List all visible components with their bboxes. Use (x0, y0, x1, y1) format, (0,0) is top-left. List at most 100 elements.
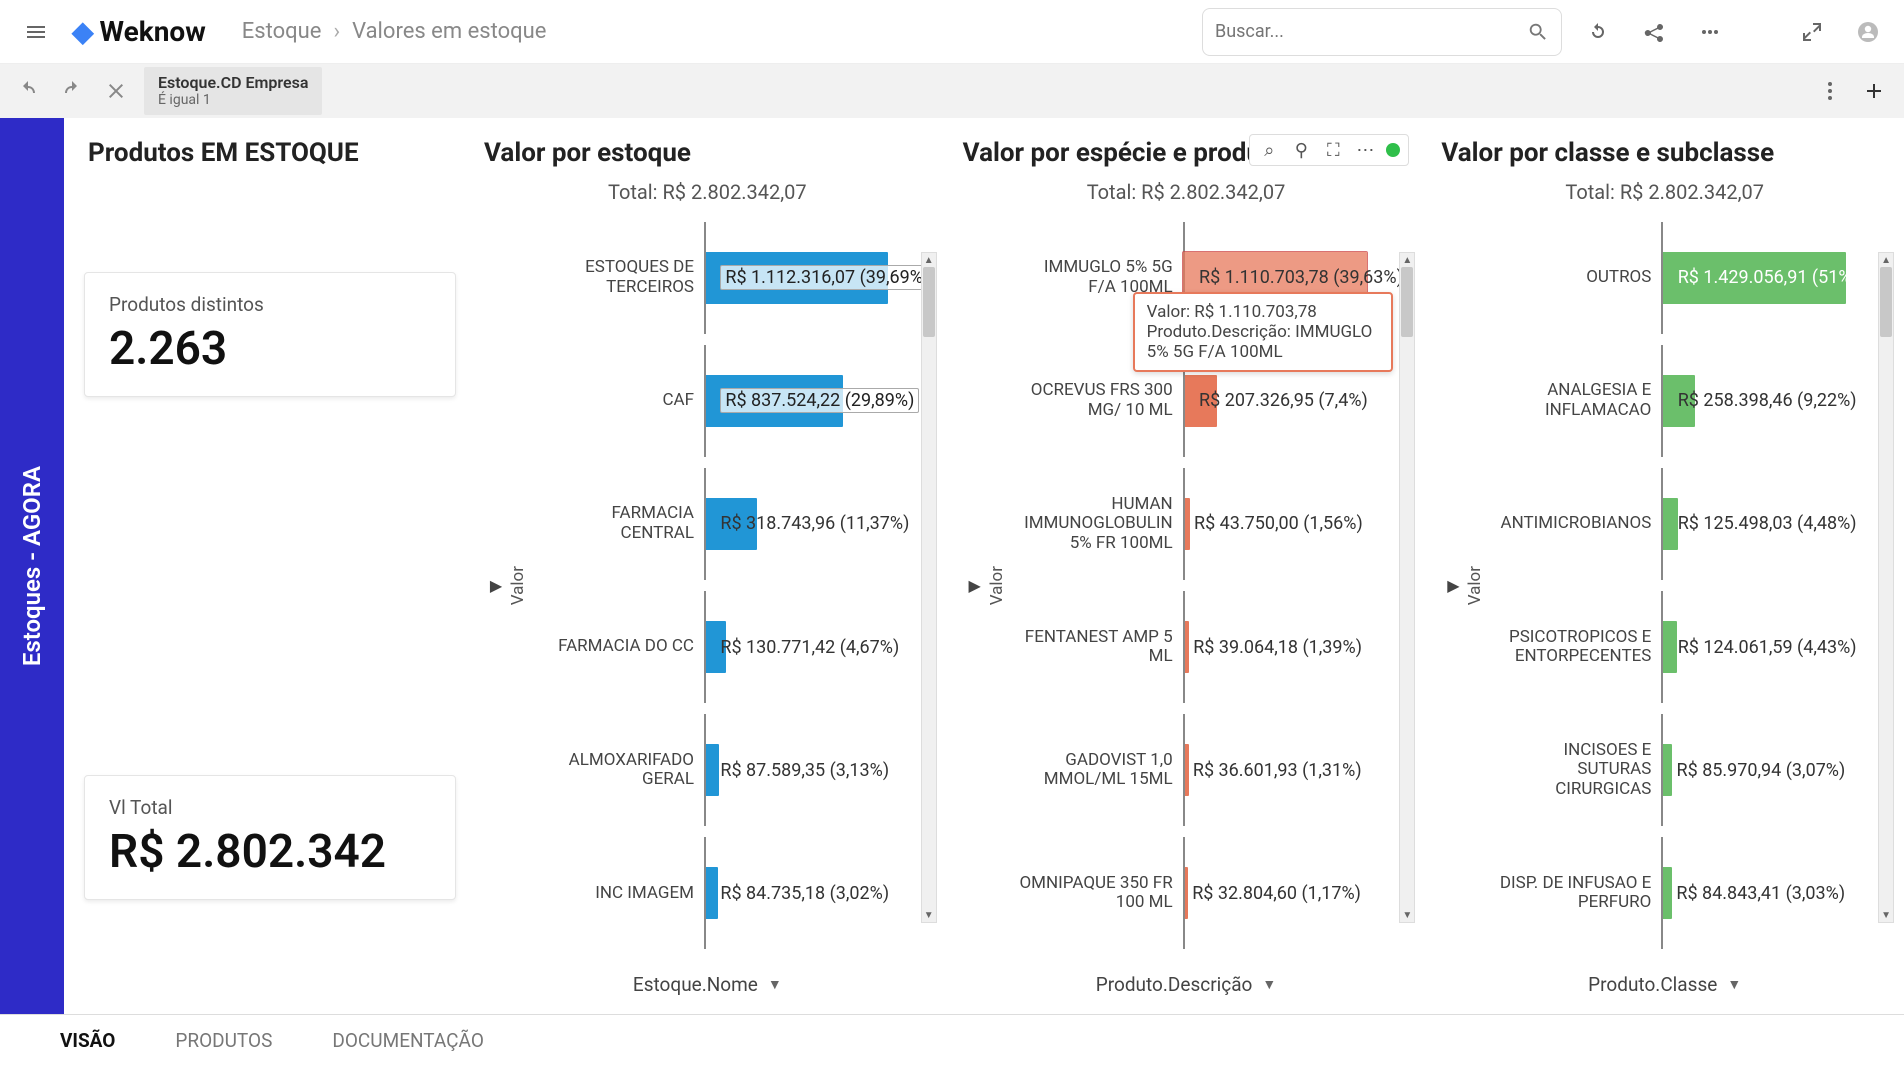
chart-row-label: ANALGESIA E INFLAMACAO (1491, 381, 1661, 420)
chart-row-label: FARMACIA CENTRAL (534, 504, 704, 543)
more-vertical-icon[interactable] (1812, 73, 1848, 109)
scroll-up-icon[interactable]: ▲ (1879, 253, 1893, 267)
chart-baseline (1661, 222, 1663, 334)
chart-row[interactable]: ANTIMICROBIANOS R$ 125.498,03 (4,48%) (1491, 488, 1866, 560)
chart-xlabel[interactable]: Produto.Classe ▼ (1433, 963, 1896, 1000)
chart-row[interactable]: ESTOQUES DE TERCEIROS R$ 1.112.316,07 (3… (534, 242, 909, 314)
panel-toolbar: ⌕ ⚲ ⛶ ⋯ (1249, 134, 1409, 166)
chevron-down-icon: ▼ (768, 976, 782, 993)
scroll-thumb[interactable] (1401, 267, 1413, 337)
filter-chip-sub: É igual 1 (158, 92, 308, 109)
filter-chip[interactable]: Estoque.CD Empresa É igual 1 (144, 67, 322, 115)
chart-tooltip: Valor: R$ 1.110.703,78 Produto.Descrição… (1133, 292, 1394, 372)
chart-bar-value: R$ 84.735,18 (3,02%) (720, 883, 889, 904)
chart-bar[interactable] (704, 744, 719, 796)
chart-row[interactable]: CAF R$ 837.524,22 (29,89%) (534, 365, 909, 437)
chart-row[interactable]: OMNIPAQUE 350 FR 100 ML R$ 32.804,60 (1,… (1013, 857, 1388, 929)
chart-baseline (1183, 837, 1185, 949)
close-icon[interactable] (100, 75, 132, 107)
chart-row-label: OMNIPAQUE 350 FR 100 ML (1013, 874, 1183, 913)
chart-row[interactable]: INCISOES E SUTURAS CIRURGICAS R$ 85.970,… (1491, 734, 1866, 806)
dashboard-content: Produtos EM ESTOQUE Produtos distintos 2… (64, 118, 1904, 1014)
filter-icon[interactable]: ⚲ (1290, 139, 1312, 161)
search-input[interactable] (1215, 21, 1527, 42)
chart-row[interactable]: OUTROS R$ 1.429.056,91 (51%) (1491, 242, 1866, 314)
chart-baseline (704, 714, 706, 826)
bottom-tabs: VISÃO PRODUTOS DOCUMENTAÇÃO (0, 1014, 1904, 1066)
account-icon[interactable] (1848, 12, 1888, 52)
chart-row[interactable]: ALMOXARIFADO GERAL R$ 87.589,35 (3,13%) (534, 734, 909, 806)
chart-row-label: CAF (534, 391, 704, 411)
chart-bar-value: R$ 85.970,94 (3,07%) (1677, 760, 1846, 781)
chart-bar[interactable] (704, 867, 718, 919)
scroll-down-icon[interactable]: ▼ (1400, 908, 1414, 922)
chart-bar[interactable] (1661, 621, 1677, 673)
brand-logo[interactable]: ◆ Weknow (72, 15, 206, 48)
search-icon (1527, 21, 1549, 43)
chart-row[interactable]: DISP. DE INFUSAO E PERFURO R$ 84.843,41 … (1491, 857, 1866, 929)
inspect-icon[interactable]: ⌕ (1258, 139, 1280, 161)
chart-baseline (1183, 468, 1185, 580)
refresh-icon[interactable] (1578, 12, 1618, 52)
fullscreen-icon[interactable]: ⛶ (1322, 139, 1344, 161)
chart-row[interactable]: OCREVUS FRS 300 MG/ 10 ML R$ 207.326,95 … (1013, 365, 1388, 437)
chart-row-label: INC IMAGEM (534, 884, 704, 904)
chart-scrollbar[interactable]: ▲ ▼ (1399, 252, 1415, 923)
breadcrumb-item[interactable]: Valores em estoque (352, 19, 546, 44)
collapse-icon[interactable] (1792, 12, 1832, 52)
chart-xlabel[interactable]: Produto.Descrição ▼ (955, 963, 1418, 1000)
tooltip-line: Produto.Descrição: IMMUGLO 5% 5G F/A 100… (1147, 322, 1380, 362)
side-rail-label: Estoques - AGORA (18, 466, 46, 666)
chart-row-label: ANTIMICROBIANOS (1491, 514, 1661, 534)
chart-row[interactable]: FARMACIA DO CC R$ 130.771,42 (4,67%) (534, 611, 909, 683)
redo-icon[interactable] (56, 75, 88, 107)
chart-row[interactable]: INC IMAGEM R$ 84.735,18 (3,02%) (534, 857, 909, 929)
scroll-thumb[interactable] (1880, 267, 1892, 337)
tab-visao[interactable]: VISÃO (60, 1029, 115, 1052)
chart-row[interactable]: FENTANEST AMP 5 ML R$ 39.064,18 (1,39%) (1013, 611, 1388, 683)
scroll-thumb[interactable] (923, 267, 935, 337)
undo-icon[interactable] (12, 75, 44, 107)
expand-axis-icon[interactable]: ▶ (484, 216, 508, 955)
side-rail[interactable]: Estoques - AGORA (0, 118, 64, 1014)
chart-row[interactable]: GADOVIST 1,0 MMOL/ML 15ML R$ 36.601,93 (… (1013, 734, 1388, 806)
chart-scrollbar[interactable]: ▲ ▼ (1878, 252, 1894, 923)
menu-icon[interactable] (16, 12, 56, 52)
chart-bar-value: R$ 32.804,60 (1,17%) (1192, 883, 1361, 904)
expand-axis-icon[interactable]: ▶ (1441, 216, 1465, 955)
chart-panel: ⌕ ⚲ ⛶ ⋯ Valor por espécie e produto Tota… (955, 132, 1418, 1000)
chart-baseline (704, 837, 706, 949)
chart-bar-value: R$ 1.110.703,78 (39,63%) (1199, 267, 1403, 288)
expand-axis-icon[interactable]: ▶ (963, 216, 987, 955)
scroll-up-icon[interactable]: ▲ (922, 253, 936, 267)
breadcrumb-item[interactable]: Estoque (242, 19, 322, 44)
add-icon[interactable] (1856, 73, 1892, 109)
kpi-value: 2.263 (109, 322, 431, 376)
chart-scrollbar[interactable]: ▲ ▼ (921, 252, 937, 923)
chart-baseline (1661, 468, 1663, 580)
chart-row-label: FARMACIA DO CC (534, 637, 704, 657)
chart-bar[interactable] (1661, 498, 1677, 550)
more-icon[interactable]: ⋯ (1354, 139, 1376, 161)
chart-bar-value: R$ 36.601,93 (1,31%) (1193, 760, 1362, 781)
chart-bar-value: R$ 1.112.316,07 (39,69%) (720, 265, 934, 290)
chart-bar-value: R$ 124.061,59 (4,43%) (1678, 637, 1857, 658)
kpi-panel-title: Produtos EM ESTOQUE (80, 132, 460, 180)
chart-row[interactable]: ANALGESIA E INFLAMACAO R$ 258.398,46 (9,… (1491, 365, 1866, 437)
chart-row[interactable]: PSICOTROPICOS E ENTORPECENTES R$ 124.061… (1491, 611, 1866, 683)
share-icon[interactable] (1634, 12, 1674, 52)
filter-bar: Estoque.CD Empresa É igual 1 (0, 64, 1904, 118)
chart-panel: Valor por estoque Total: R$ 2.802.342,07… (476, 132, 939, 1000)
chart-row[interactable]: HUMAN IMMUNOGLOBULIN 5% FR 100ML R$ 43.7… (1013, 488, 1388, 560)
chart-row[interactable]: FARMACIA CENTRAL R$ 318.743,96 (11,37%) (534, 488, 909, 560)
more-icon[interactable] (1690, 12, 1730, 52)
chart-xlabel[interactable]: Estoque.Nome ▼ (476, 963, 939, 1000)
tab-produtos[interactable]: PRODUTOS (175, 1029, 272, 1052)
chart-total: Total: R$ 2.802.342,07 (1433, 180, 1896, 204)
scroll-down-icon[interactable]: ▼ (922, 908, 936, 922)
chart-row-label: PSICOTROPICOS E ENTORPECENTES (1491, 628, 1661, 667)
search-box[interactable] (1202, 8, 1562, 56)
scroll-up-icon[interactable]: ▲ (1400, 253, 1414, 267)
tab-documentacao[interactable]: DOCUMENTAÇÃO (332, 1029, 484, 1052)
scroll-down-icon[interactable]: ▼ (1879, 908, 1893, 922)
